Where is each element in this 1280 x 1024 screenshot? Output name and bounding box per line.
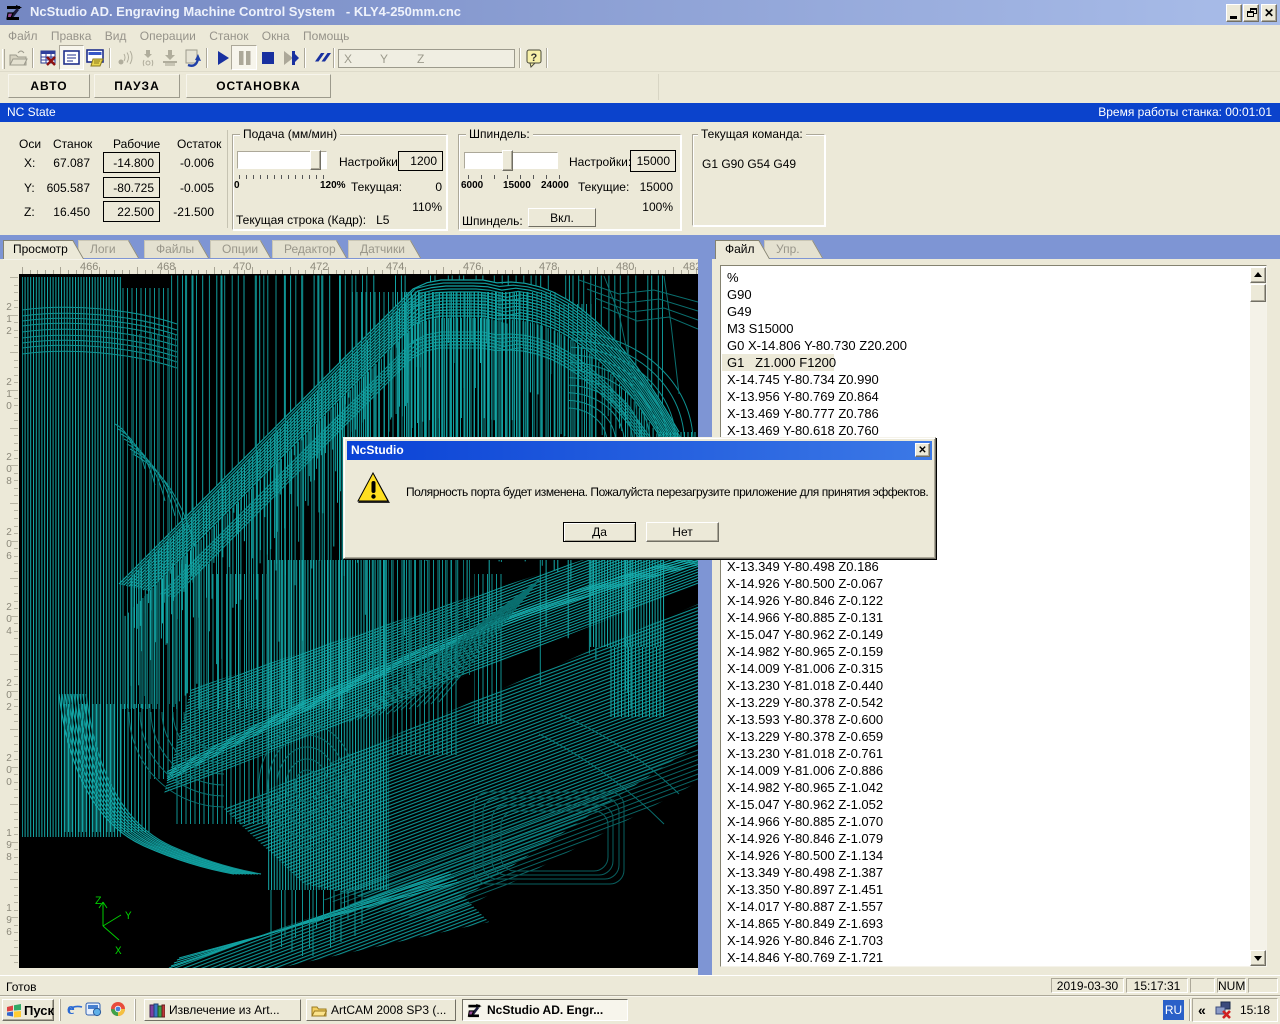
svg-text:X: X bbox=[115, 946, 122, 958]
svg-text:Y: Y bbox=[125, 911, 132, 923]
svg-text:?: ? bbox=[531, 52, 538, 64]
svg-text:Z: Z bbox=[95, 896, 102, 908]
